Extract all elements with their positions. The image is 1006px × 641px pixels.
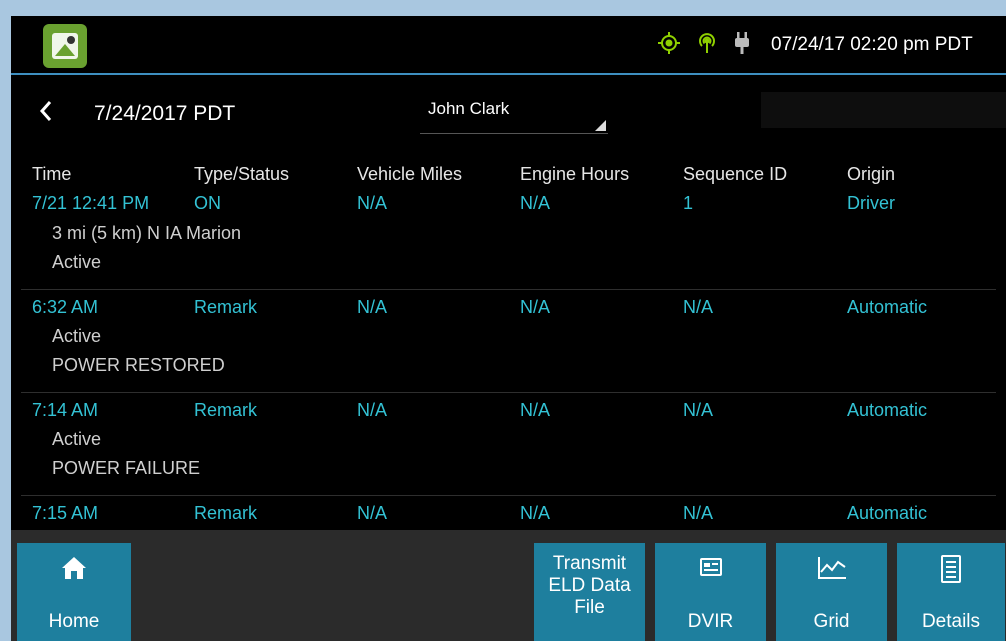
title-right-field[interactable] <box>761 92 1006 128</box>
dvir-icon <box>655 555 766 581</box>
transmit-label-line1: Transmit <box>552 553 627 574</box>
row-status: Active <box>52 252 102 272</box>
status-datetime: 07/24/17 02:20 pm PDT <box>771 34 973 55</box>
gps-icon <box>657 31 681 60</box>
title-bar: 7/24/2017 PDT John Clark <box>11 75 1006 147</box>
dropdown-caret-icon <box>595 120 606 131</box>
grid-label: Grid <box>813 611 850 632</box>
row-hours: N/A <box>520 297 551 317</box>
row-divider <box>21 289 996 290</box>
row-origin: Driver <box>847 193 895 213</box>
app-screen: 07/24/17 02:20 pm PDT 7/24/2017 PDT John… <box>11 16 1006 641</box>
row-hours: N/A <box>520 400 551 420</box>
app-icon[interactable] <box>43 24 87 68</box>
driver-select[interactable]: John Clark <box>420 93 608 134</box>
details-button[interactable]: Details <box>897 543 1005 641</box>
row-time: 7:14 AM <box>32 400 99 420</box>
col-header-hours: Engine Hours <box>520 164 630 184</box>
power-plug-icon <box>733 31 751 60</box>
home-icon <box>17 555 131 581</box>
row-miles: N/A <box>357 400 388 420</box>
row-status: Active <box>52 429 102 449</box>
signal-icon <box>695 31 719 60</box>
row-miles: N/A <box>357 193 388 213</box>
row-origin: Automatic <box>847 297 928 317</box>
home-label: Home <box>48 611 100 632</box>
row-seq: N/A <box>683 400 714 420</box>
row-type: Remark <box>194 503 258 523</box>
document-list-icon <box>897 555 1005 583</box>
dvir-label: DVIR <box>687 611 734 632</box>
row-seq: 1 <box>683 193 694 213</box>
transmit-label-line2: ELD Data <box>548 575 631 596</box>
row-remark: POWER FAILURE <box>52 458 201 478</box>
row-remark: POWER RESTORED <box>52 355 225 375</box>
row-type: Remark <box>194 297 258 317</box>
row-miles: N/A <box>357 297 388 317</box>
row-divider <box>21 495 996 496</box>
device-frame: 07/24/17 02:20 pm PDT 7/24/2017 PDT John… <box>0 0 1006 641</box>
row-hours: N/A <box>520 193 551 213</box>
col-header-time: Time <box>32 164 72 184</box>
row-status: Active <box>52 326 102 346</box>
chart-line-icon <box>776 555 887 581</box>
row-time: 7:15 AM <box>32 503 99 523</box>
log-date: 7/24/2017 PDT <box>94 102 236 125</box>
details-label: Details <box>921 611 981 632</box>
row-seq: N/A <box>683 297 714 317</box>
chevron-left-icon <box>39 101 52 121</box>
row-origin: Automatic <box>847 503 928 523</box>
bottom-toolbar: Home Transmit ELD Data File DVIR Grid De… <box>11 530 1006 641</box>
row-location: 3 mi (5 km) N IA Marion <box>52 223 242 243</box>
row-time: 6:32 AM <box>32 297 99 317</box>
status-bar: 07/24/17 02:20 pm PDT <box>11 16 1006 75</box>
row-divider <box>21 392 996 393</box>
dvir-button[interactable]: DVIR <box>655 543 766 641</box>
col-header-origin: Origin <box>847 164 896 184</box>
log-events-table: Time Type/Status Vehicle Miles Engine Ho… <box>11 147 1006 530</box>
row-miles: N/A <box>357 503 388 523</box>
status-icons <box>657 31 751 60</box>
col-header-type: Type/Status <box>194 164 290 184</box>
home-button[interactable]: Home <box>17 543 131 641</box>
back-button[interactable] <box>35 96 59 126</box>
grid-button[interactable]: Grid <box>776 543 887 641</box>
row-time: 7/21 12:41 PM <box>32 193 150 213</box>
row-type: Remark <box>194 400 258 420</box>
col-header-miles: Vehicle Miles <box>357 164 463 184</box>
row-hours: N/A <box>520 503 551 523</box>
col-header-seq: Sequence ID <box>683 164 788 184</box>
transmit-eld-button[interactable]: Transmit ELD Data File <box>534 543 645 641</box>
transmit-label-line3: File <box>574 597 605 618</box>
row-origin: Automatic <box>847 400 928 420</box>
row-seq: N/A <box>683 503 714 523</box>
driver-name: John Clark <box>428 99 510 118</box>
row-type: ON <box>194 193 221 213</box>
